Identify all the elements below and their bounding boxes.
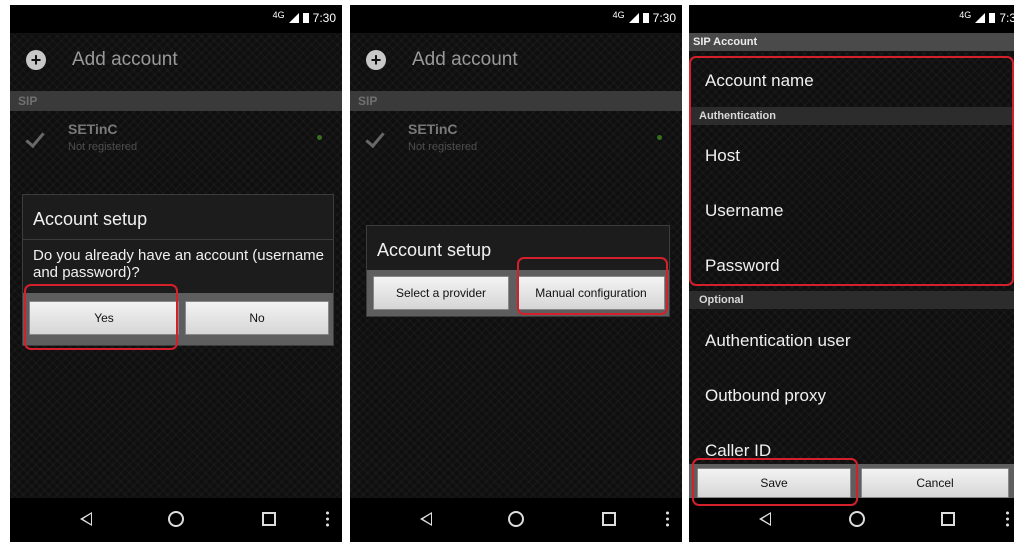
signal-icon — [975, 13, 986, 23]
more-icon[interactable] — [1006, 510, 1009, 528]
battery-icon — [302, 13, 309, 23]
dialog-button-bar: Yes No — [23, 293, 333, 345]
form-button-bar: Save Cancel — [689, 464, 1014, 502]
dialog-title: Account setup — [33, 209, 148, 229]
more-icon[interactable] — [666, 510, 669, 528]
add-account-action[interactable]: + Add account — [350, 43, 682, 79]
screen-sip-account-form: 4G 7:3 SIP Account Account name Authenti… — [689, 5, 1014, 542]
status-time: 7:30 — [312, 11, 336, 25]
outbound-proxy-field[interactable]: Outbound proxy — [705, 386, 826, 406]
network-type: 4G — [959, 10, 972, 20]
status-dot-icon — [657, 135, 662, 140]
account-name: SETinC — [68, 121, 118, 137]
back-icon[interactable] — [420, 512, 432, 526]
navigation-bar — [350, 498, 682, 542]
save-button[interactable]: Save — [697, 468, 851, 498]
account-row[interactable]: SETinC Not registered — [10, 115, 342, 161]
back-icon[interactable] — [80, 512, 92, 526]
account-status: Not registered — [68, 141, 138, 153]
dialog-button-bar: Select a provider Manual configuration — [367, 270, 669, 316]
check-icon — [365, 127, 385, 149]
status-time: 7:3 — [999, 11, 1014, 25]
sip-section-header: SIP — [10, 91, 342, 111]
add-account-action[interactable]: + Add account — [10, 43, 342, 79]
more-icon[interactable] — [326, 510, 329, 528]
authentication-user-field[interactable]: Authentication user — [705, 331, 851, 351]
battery-icon — [989, 13, 996, 23]
account-status: Not registered — [408, 141, 478, 153]
battery-icon — [642, 13, 649, 23]
account-row[interactable]: SETinC Not registered — [350, 115, 682, 161]
status-time: 7:30 — [652, 11, 676, 25]
optional-header: Optional — [689, 291, 1014, 309]
recent-apps-icon[interactable] — [262, 512, 276, 526]
dialog-message: Do you already have an account (username… — [33, 247, 325, 281]
add-account-label: Add account — [412, 49, 518, 70]
yes-button[interactable]: Yes — [29, 301, 179, 335]
username-field[interactable]: Username — [705, 201, 783, 221]
navigation-bar — [689, 498, 1014, 542]
home-icon[interactable] — [168, 511, 184, 527]
network-type: 4G — [272, 10, 285, 20]
screen-account-setup-question: 4G 7:30 + Add account SIP SETinC Not reg… — [10, 5, 342, 542]
recent-apps-icon[interactable] — [941, 512, 955, 526]
plus-icon: + — [26, 50, 46, 70]
recent-apps-icon[interactable] — [602, 512, 616, 526]
password-field[interactable]: Password — [705, 256, 780, 276]
sip-account-header: SIP Account — [689, 33, 1014, 51]
home-icon[interactable] — [508, 511, 524, 527]
status-dot-icon — [317, 135, 322, 140]
host-field[interactable]: Host — [705, 146, 740, 166]
manual-configuration-button[interactable]: Manual configuration — [517, 276, 665, 310]
add-account-label: Add account — [72, 49, 178, 70]
status-bar: 4G 7:30 — [10, 5, 342, 33]
signal-icon — [288, 13, 299, 23]
account-name: SETinC — [408, 121, 458, 137]
status-bar: 4G 7:3 — [689, 5, 1014, 33]
sip-section-header: SIP — [350, 91, 682, 111]
plus-icon: + — [366, 50, 386, 70]
check-icon — [25, 127, 45, 149]
signal-icon — [628, 13, 639, 23]
screen-account-setup-choice: 4G 7:30 + Add account SIP SETinC Not reg… — [350, 5, 682, 542]
navigation-bar — [10, 498, 342, 542]
dialog-divider — [23, 239, 333, 240]
authentication-header: Authentication — [689, 107, 1014, 125]
back-icon[interactable] — [759, 512, 771, 526]
no-button[interactable]: No — [185, 301, 329, 335]
account-setup-dialog: Account setup Do you already have an acc… — [22, 194, 334, 346]
dialog-title: Account setup — [377, 240, 492, 260]
home-icon[interactable] — [849, 511, 865, 527]
account-name-field[interactable]: Account name — [705, 71, 814, 91]
select-provider-button[interactable]: Select a provider — [373, 276, 509, 310]
network-type: 4G — [612, 10, 625, 20]
cancel-button[interactable]: Cancel — [861, 468, 1009, 498]
caller-id-field[interactable]: Caller ID — [705, 441, 771, 461]
account-setup-dialog: Account setup Select a provider Manual c… — [366, 225, 670, 317]
status-bar: 4G 7:30 — [350, 5, 682, 33]
